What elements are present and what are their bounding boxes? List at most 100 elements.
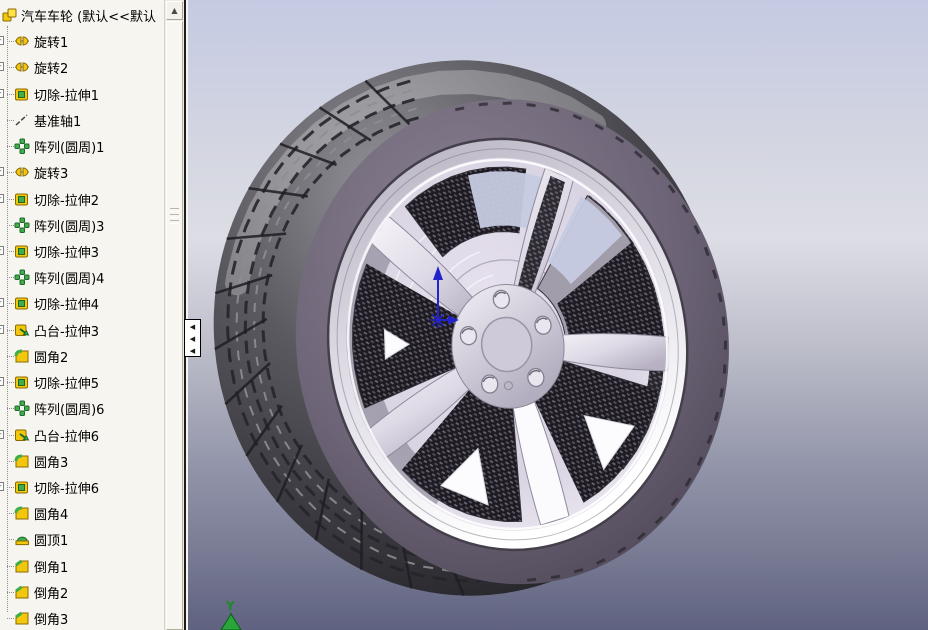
tree-item-circular-pattern[interactable]: 阵列(圆周)1 [0, 133, 164, 159]
chamfer-icon [14, 558, 30, 574]
tree-scrollbar: ▲ [164, 0, 184, 630]
tree-item-fillet[interactable]: 圆角4 [0, 500, 164, 526]
tree-connector-stub [7, 277, 14, 278]
chamfer-icon [14, 584, 30, 600]
tree-item-circular-pattern[interactable]: 阵列(圆周)6 [0, 395, 164, 421]
chamfer-icon [14, 610, 30, 626]
tree-item-label: 切除-拉伸1 [34, 85, 99, 104]
tree-item-label: 旋转3 [34, 163, 68, 182]
tree-item-label: 倒角2 [34, 583, 68, 602]
panel-collapse-button[interactable]: ◀◀◀ [184, 319, 201, 357]
tree-item-circular-pattern[interactable]: 阵列(圆周)4 [0, 264, 164, 290]
tree-item-chamfer[interactable]: 倒角3 [0, 605, 164, 630]
tree-item-revolve[interactable]: + 旋转1 [0, 28, 164, 54]
tree-connector-stub [7, 435, 14, 436]
expand-plus-box[interactable]: + [0, 194, 4, 203]
tree-item-label: 切除-拉伸5 [34, 373, 99, 392]
tree-item-label: 圆角2 [34, 347, 68, 366]
tree-connector-stub [7, 566, 14, 567]
tree-item-boss-extrude[interactable]: + 凸台-拉伸6 [0, 422, 164, 448]
axis-icon [14, 112, 30, 128]
tree-connector-stub [7, 146, 14, 147]
tree-item-chamfer[interactable]: 倒角1 [0, 553, 164, 579]
tree-item-cut-extrude[interactable]: + 切除-拉伸4 [0, 290, 164, 316]
circular-pattern-icon [14, 138, 30, 154]
solidworks-window: { "feature_tree": { "root": { "label": "… [0, 0, 928, 630]
tree-item-chamfer[interactable]: 倒角2 [0, 579, 164, 605]
expand-plus-box[interactable]: + [0, 482, 4, 491]
tree-item-cut-extrude[interactable]: + 切除-拉伸5 [0, 369, 164, 395]
tree-item-label: 切除-拉伸3 [34, 242, 99, 261]
tree-connector-stub [7, 461, 14, 462]
expand-plus-box[interactable]: + [0, 298, 4, 307]
wheel-model[interactable] [188, 26, 761, 628]
expand-plus-box[interactable]: + [0, 377, 4, 386]
tree-item-revolve[interactable]: + 旋转2 [0, 54, 164, 80]
tree-connector-stub [7, 618, 14, 619]
tree-connector-stub [7, 382, 14, 383]
expand-plus-box[interactable]: + [0, 325, 4, 334]
scrollbar-up-button[interactable]: ▲ [166, 1, 183, 20]
tree-connector-stub [7, 199, 14, 200]
tree-item-cut-extrude[interactable]: +切除-拉伸6 [0, 474, 164, 500]
view-orientation-triad: Y [221, 599, 241, 630]
cut-extrude-icon [14, 86, 30, 102]
expand-plus-box[interactable]: + [0, 62, 4, 71]
cut-extrude-icon [14, 191, 30, 207]
tree-item-cut-extrude[interactable]: + 切除-拉伸2 [0, 186, 164, 212]
fillet-icon [14, 453, 30, 469]
tree-connector-stub [7, 225, 14, 226]
tree-item-label: 旋转2 [34, 58, 68, 77]
tree-item-label: 旋转1 [34, 32, 68, 51]
tree-connector-stub [7, 120, 14, 121]
tree-item-cut-extrude[interactable]: + 切除-拉伸1 [0, 81, 164, 107]
feature-manager-panel: 汽车车轮 (默认<<默认 + 旋转1 + 旋转2 + 切除-拉伸1 基准轴1 阵列(圆周)1 +… [0, 0, 186, 630]
circular-pattern-icon [14, 269, 30, 285]
tree-connector-stub [7, 487, 14, 488]
fillet-icon [14, 505, 30, 521]
expand-plus-box[interactable]: + [0, 36, 4, 45]
tree-item-label: 汽车车轮 (默认<<默认 [21, 6, 156, 25]
tree-item-fillet[interactable]: 圆角3 [0, 448, 164, 474]
revolve-icon [14, 59, 30, 75]
tree-connector-stub [7, 251, 14, 252]
tree-item-label: 阵列(圆周)1 [34, 137, 104, 156]
tree-item-label: 切除-拉伸4 [34, 294, 99, 313]
expand-plus-box[interactable]: + [0, 430, 4, 439]
tree-item-label: 圆顶1 [34, 530, 68, 549]
tree-item-axis[interactable]: 基准轴1 [0, 107, 164, 133]
tree-item-label: 基准轴1 [34, 111, 81, 130]
expand-plus-box[interactable]: + [0, 246, 4, 255]
fillet-icon [14, 348, 30, 364]
expand-plus-box[interactable]: + [0, 167, 4, 176]
expand-plus-box[interactable]: + [0, 89, 4, 98]
feature-tree: 汽车车轮 (默认<<默认 + 旋转1 + 旋转2 + 切除-拉伸1 基准轴1 阵列(圆周)1 +… [0, 0, 164, 630]
tree-item-label: 阵列(圆周)6 [34, 399, 104, 418]
cut-extrude-icon [14, 243, 30, 259]
revolve-icon [14, 33, 30, 49]
dome-icon [14, 531, 30, 547]
tree-item-fillet[interactable]: 圆角2 [0, 343, 164, 369]
tree-item-cut-extrude[interactable]: + 切除-拉伸3 [0, 238, 164, 264]
tree-item-part-root[interactable]: 汽车车轮 (默认<<默认 [0, 2, 164, 28]
tree-item-label: 凸台-拉伸6 [34, 426, 99, 445]
tree-connector-stub [7, 330, 14, 331]
tree-connector-stub [7, 539, 14, 540]
tree-item-label: 切除-拉伸2 [34, 190, 99, 209]
cut-extrude-icon [14, 374, 30, 390]
scrollbar-thumb[interactable] [166, 21, 183, 630]
part-icon [2, 7, 18, 23]
collapse-arrow-icon: ◀ [185, 345, 200, 357]
tree-connector-stub [7, 513, 14, 514]
circular-pattern-icon [14, 400, 30, 416]
tree-item-label: 圆角3 [34, 452, 68, 471]
tree-connector-stub [7, 408, 14, 409]
graphics-viewport[interactable]: Y [188, 0, 928, 630]
tree-connector-stub [7, 592, 14, 593]
tree-item-dome[interactable]: 圆顶1 [0, 526, 164, 552]
tree-item-revolve[interactable]: + 旋转3 [0, 159, 164, 185]
tree-item-label: 凸台-拉伸3 [34, 321, 99, 340]
cut-extrude-icon [14, 295, 30, 311]
tree-item-boss-extrude[interactable]: + 凸台-拉伸3 [0, 317, 164, 343]
tree-item-circular-pattern[interactable]: 阵列(圆周)3 [0, 212, 164, 238]
